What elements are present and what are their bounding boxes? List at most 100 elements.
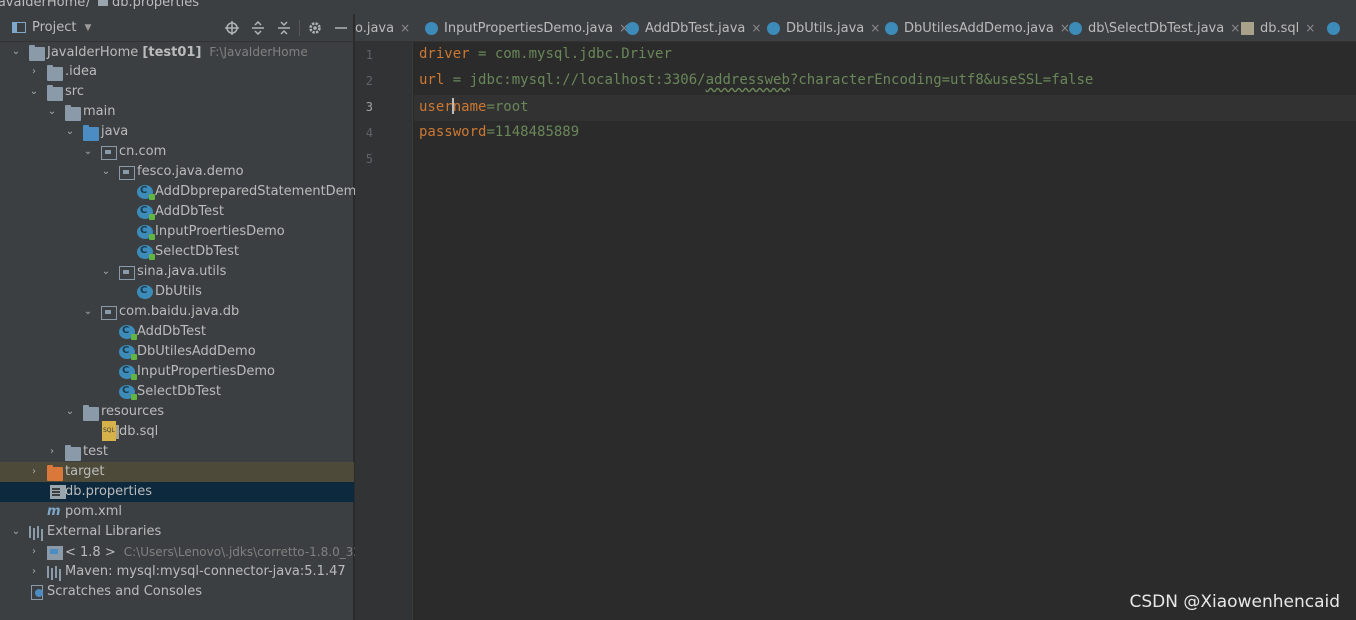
properties-file-icon <box>50 485 66 499</box>
close-icon[interactable]: × <box>870 21 880 35</box>
tree-node-label: pom.xml <box>65 504 122 519</box>
code-line[interactable]: username=root <box>419 98 529 115</box>
class-icon <box>1069 21 1082 35</box>
tree-node-baidu[interactable]: ⌄ com.baidu.java.db <box>0 302 354 322</box>
tree-node-resources[interactable]: ⌄ resources <box>0 402 354 422</box>
property-key: url <box>419 72 445 88</box>
editor-tab[interactable]: DbUtils.java × <box>767 14 880 41</box>
tab-label: db.sql <box>1260 20 1300 36</box>
jdk-path: C:\Users\Lenovo\.jdks\corretto-1.8.0_322 <box>123 545 369 559</box>
tree-node-class[interactable]: InputProertiesDemo <box>0 221 354 242</box>
runnable-class-icon <box>119 361 137 381</box>
breadcrumb-file[interactable]: db.properties <box>98 0 199 10</box>
chevron-down-icon[interactable]: ⌄ <box>82 142 94 162</box>
tree-node-class[interactable]: AddDbpreparedStatementDemo <box>0 181 364 202</box>
breadcrumb-file-label: db.properties <box>112 0 199 10</box>
tree-node-sina[interactable]: ⌄ sina.java.utils <box>0 262 354 282</box>
tree-node-src[interactable]: ⌄ src <box>0 82 354 102</box>
close-icon[interactable]: × <box>1230 21 1240 35</box>
project-panel-header: Project ▼ <box>0 14 354 42</box>
chevron-right-icon[interactable]: › <box>28 562 40 582</box>
chevron-down-icon[interactable]: ⌄ <box>82 302 94 322</box>
class-icon <box>425 21 438 35</box>
tree-node-cn-com[interactable]: ⌄ cn.com <box>0 142 354 162</box>
tree-node-class[interactable]: DbUtils <box>0 281 354 302</box>
code-line[interactable]: url = jdbc:mysql://localhost:3306/addres… <box>419 72 1093 88</box>
chevron-down-icon[interactable]: ⌄ <box>100 162 112 182</box>
line-number: 1 <box>365 48 373 62</box>
minimize-button[interactable] <box>328 14 354 42</box>
editor-tab[interactable]: AddDbTest.java × <box>626 14 761 41</box>
tree-node-java[interactable]: ⌄ java <box>0 122 354 142</box>
chevron-right-icon[interactable]: › <box>28 62 40 82</box>
close-icon[interactable]: × <box>400 21 410 35</box>
tree-node-label: resources <box>101 404 165 419</box>
chevron-down-icon[interactable]: ⌄ <box>10 522 22 542</box>
property-value: com.mysql.jdbc.Driver <box>494 46 672 62</box>
tree-node-root-label: JavaIderHome [test01] F:\JavaIderHome <box>47 42 308 63</box>
package-icon <box>101 146 117 160</box>
tree-node-class[interactable]: InputPropertiesDemo <box>0 361 354 382</box>
chevron-right-icon[interactable]: › <box>28 462 40 482</box>
watermark: CSDN @Xiaowenhencaid <box>1129 592 1340 612</box>
code-line[interactable]: driver = com.mysql.jdbc.Driver <box>419 46 672 62</box>
tree-node-class[interactable]: SelectDbTest <box>0 381 354 402</box>
tree-node-scratches[interactable]: Scratches and Consoles <box>0 582 354 602</box>
tree-node-label: InputPropertiesDemo <box>137 364 275 379</box>
tree-node-db-sql[interactable]: db.sql <box>0 421 354 442</box>
project-panel-title: Project <box>32 20 77 35</box>
chevron-down-icon[interactable]: ⌄ <box>28 82 40 102</box>
chevron-down-icon[interactable]: ⌄ <box>10 42 22 62</box>
close-icon[interactable]: × <box>1305 21 1315 35</box>
tree-node-idea[interactable]: › .idea <box>0 62 354 82</box>
tree-node-external-libraries[interactable]: ⌄ External Libraries <box>0 522 354 542</box>
tree-node-class[interactable]: DbUtilesAddDemo <box>0 341 354 362</box>
code-editor[interactable]: driver = com.mysql.jdbc.Driver url = jdb… <box>414 42 1356 620</box>
editor-tab-bar: o.java × InputPropertiesDemo.java × AddDbT… <box>355 14 1356 42</box>
tree-node-test[interactable]: › test <box>0 442 354 462</box>
chevron-down-icon[interactable]: ⌄ <box>64 122 76 142</box>
tree-node-maven-lib[interactable]: › Maven: mysql:mysql-connector-java:5.1.… <box>0 562 354 582</box>
project-window-icon <box>12 22 26 33</box>
tree-node-class[interactable]: AddDbTest <box>0 321 354 342</box>
project-view-selector[interactable]: Project ▼ <box>12 20 91 35</box>
code-line[interactable]: password=1148485889 <box>419 124 579 140</box>
toolbar-divider <box>299 20 300 36</box>
collapse-all-button[interactable] <box>271 14 297 42</box>
tree-node-label: AddDbTest <box>137 324 207 339</box>
tree-node-db-properties[interactable]: db.properties <box>0 482 354 502</box>
class-icon <box>885 21 898 35</box>
editor-tab[interactable]: db.sql × <box>1241 14 1315 41</box>
expand-all-button[interactable] <box>245 14 271 42</box>
tree-node-jdk[interactable]: › < 1.8 > C:\Users\Lenovo\.jdks\corretto-… <box>0 542 369 562</box>
chevron-down-icon[interactable]: ⌄ <box>100 262 112 282</box>
chevron-down-icon[interactable]: ⌄ <box>46 102 58 122</box>
editor-tab-overflow[interactable] <box>1327 14 1346 41</box>
line-number: 4 <box>365 126 373 140</box>
settings-button[interactable] <box>302 14 328 42</box>
package-icon <box>119 166 135 180</box>
tree-node-fesco[interactable]: ⌄ fesco.java.demo <box>0 162 354 182</box>
tree-node-class[interactable]: AddDbTest <box>0 201 354 222</box>
editor-tab[interactable]: DbUtilesAddDemo.java × <box>885 14 1070 41</box>
chevron-down-icon: ▼ <box>84 22 92 33</box>
editor-tab[interactable]: InputPropertiesDemo.java × <box>425 14 629 41</box>
tree-node-pom[interactable]: m pom.xml <box>0 502 354 522</box>
tree-node-label: sina.java.utils <box>137 264 227 279</box>
chevron-right-icon[interactable]: › <box>46 442 58 462</box>
chevron-right-icon[interactable]: › <box>28 542 40 562</box>
close-icon[interactable]: × <box>751 21 761 35</box>
tree-node-label: SelectDbTest <box>137 384 221 399</box>
root-module: [test01] <box>142 45 202 60</box>
tree-node-main[interactable]: ⌄ main <box>0 102 354 122</box>
locate-file-button[interactable] <box>219 14 245 42</box>
editor-tab[interactable]: o.java × <box>355 14 410 41</box>
tree-node-root[interactable]: ⌄ JavaIderHome [test01] F:\JavaIderHome <box>0 42 354 62</box>
chevron-down-icon[interactable]: ⌄ <box>64 402 76 422</box>
package-icon <box>101 306 117 320</box>
editor-tab[interactable]: db\SelectDbTest.java × <box>1069 14 1240 41</box>
jdk-icon <box>47 546 63 560</box>
tree-node-target[interactable]: › target <box>0 462 354 482</box>
breadcrumb-project[interactable]: JavaIderHome <box>0 0 85 10</box>
tree-node-class[interactable]: SelectDbTest <box>0 241 354 262</box>
